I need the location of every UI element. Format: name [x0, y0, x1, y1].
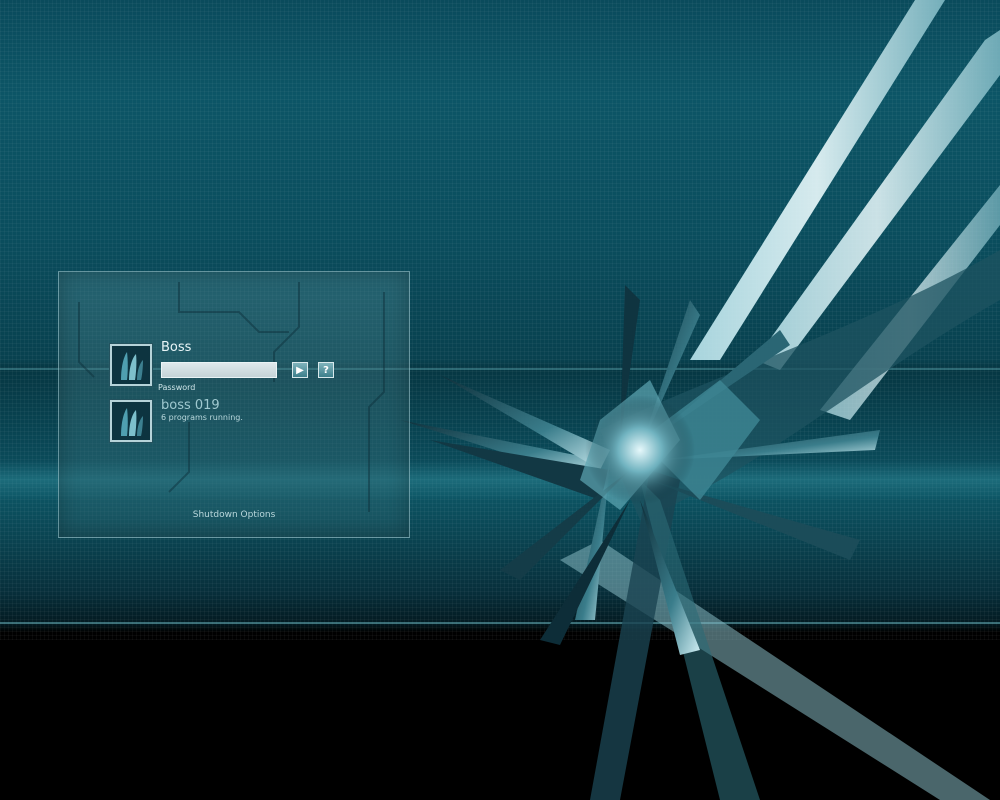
user-name[interactable]: boss 019: [161, 398, 220, 413]
blades-avatar-icon[interactable]: [110, 400, 152, 442]
login-panel: Boss ▶ ? Password boss 019 6 programs ru…: [58, 271, 410, 538]
password-label: Password: [158, 383, 196, 392]
shutdown-options-link[interactable]: Shutdown Options: [59, 510, 409, 520]
programs-running-status: 6 programs running.: [161, 413, 243, 422]
password-field[interactable]: [161, 362, 277, 378]
go-arrow-button[interactable]: ▶: [292, 362, 308, 378]
password-hint-button[interactable]: ?: [318, 362, 334, 378]
user-name[interactable]: Boss: [161, 340, 191, 355]
blades-avatar-icon[interactable]: [110, 344, 152, 386]
